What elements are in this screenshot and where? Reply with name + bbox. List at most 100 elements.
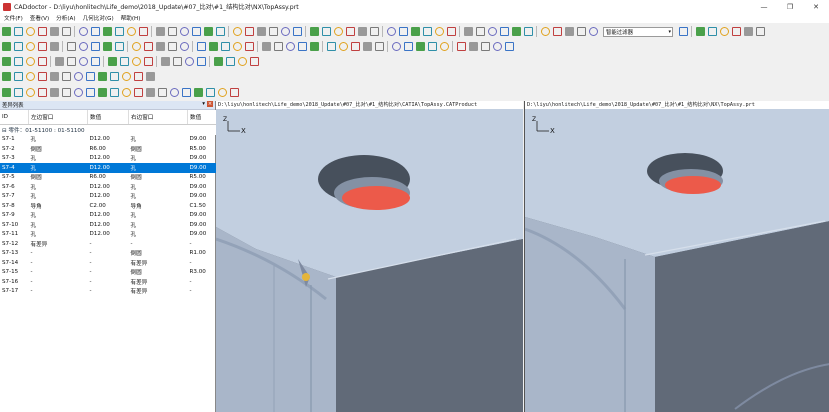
toolbar-tool-icon[interactable] xyxy=(13,57,23,66)
toolbar-tool-icon[interactable] xyxy=(13,42,23,51)
maximize-button[interactable]: ❐ xyxy=(777,0,803,13)
toolbar-tool-icon[interactable] xyxy=(434,27,444,36)
toolbar-tool-icon[interactable] xyxy=(439,42,449,51)
table-row[interactable]: S7-8 导角 C2.00 导角 C1.50 xyxy=(0,201,229,211)
toolbar-tool-icon[interactable] xyxy=(85,88,95,97)
toolbar-tool-icon[interactable] xyxy=(167,27,177,36)
right-viewport[interactable]: D:\liyu\honlitech\Life_demo\2018_Update\… xyxy=(524,101,829,412)
table-row[interactable]: S7-11 孔 D12.00 孔 D9.00 xyxy=(0,230,229,240)
right-model-render[interactable]: X Z xyxy=(525,109,829,412)
toolbar-tool-icon[interactable] xyxy=(25,88,35,97)
toolbar-tool-icon[interactable] xyxy=(25,42,35,51)
toolbar-tool-icon[interactable] xyxy=(78,57,88,66)
toolbar-tool-icon[interactable] xyxy=(446,27,456,36)
menu-analysis[interactable]: 分析(A) xyxy=(56,14,75,22)
table-row[interactable]: S7-5 倒圆 R6.00 倒圆 R5.00 xyxy=(0,173,229,183)
toolbar-tool-icon[interactable] xyxy=(155,42,165,51)
toolbar-tool-icon[interactable] xyxy=(196,42,206,51)
toolbar-tool-icon[interactable] xyxy=(143,42,153,51)
toolbar-tool-icon[interactable] xyxy=(256,27,266,36)
toolbar-tool-icon[interactable] xyxy=(523,27,533,36)
menu-view[interactable]: 查看(V) xyxy=(30,14,49,22)
toolbar-tool-icon[interactable] xyxy=(480,42,490,51)
toolbar-tool-icon[interactable] xyxy=(268,27,278,36)
toolbar-tool-icon[interactable] xyxy=(133,72,143,81)
toolbar-tool-icon[interactable] xyxy=(350,42,360,51)
toolbar-tool-icon[interactable] xyxy=(78,42,88,51)
toolbar-tool-icon[interactable] xyxy=(386,27,396,36)
toolbar-tool-icon[interactable] xyxy=(61,88,71,97)
toolbar-tool-icon[interactable] xyxy=(138,27,148,36)
toolbar-tool-icon[interactable] xyxy=(49,72,59,81)
toolbar-tool-icon[interactable] xyxy=(160,57,170,66)
toolbar-tool-icon[interactable] xyxy=(215,27,225,36)
toolbar-tool-icon[interactable] xyxy=(37,57,47,66)
toolbar-tool-icon[interactable] xyxy=(90,27,100,36)
toolbar-tool-icon[interactable] xyxy=(37,42,47,51)
table-row[interactable]: S7-3 孔 D12.00 孔 D9.00 xyxy=(0,154,229,164)
toolbar-tool-icon[interactable] xyxy=(143,57,153,66)
toolbar-tool-icon[interactable] xyxy=(499,27,509,36)
toolbar-tool-icon[interactable] xyxy=(707,27,717,36)
toolbar-tool-icon[interactable] xyxy=(109,88,119,97)
minimize-button[interactable]: — xyxy=(751,0,777,13)
group-row[interactable]: ⊟ 零件：01-51100 : 01-51100 xyxy=(0,124,229,135)
toolbar-tool-icon[interactable] xyxy=(588,27,598,36)
toolbar-tool-icon[interactable] xyxy=(203,27,213,36)
table-row[interactable]: S7-9 孔 D12.00 孔 D9.00 xyxy=(0,211,229,221)
toolbar-tool-icon[interactable] xyxy=(102,27,112,36)
toolbar-tool-icon[interactable] xyxy=(121,72,131,81)
toolbar-tool-icon[interactable] xyxy=(37,72,47,81)
toolbar-tool-icon[interactable] xyxy=(25,57,35,66)
toolbar-tool-icon[interactable] xyxy=(1,42,11,51)
toolbar-tool-icon[interactable] xyxy=(78,27,88,36)
toolbar-tool-icon[interactable] xyxy=(273,42,283,51)
toolbar-tool-icon[interactable] xyxy=(131,42,141,51)
toolbar-tool-icon[interactable] xyxy=(755,27,765,36)
table-row[interactable]: S7-6 孔 D12.00 孔 D9.00 xyxy=(0,182,229,192)
toolbar-tool-icon[interactable] xyxy=(321,27,331,36)
toolbar-tool-icon[interactable] xyxy=(193,88,203,97)
toolbar-tool-icon[interactable] xyxy=(403,42,413,51)
toolbar-tool-icon[interactable] xyxy=(427,42,437,51)
toolbar-tool-icon[interactable] xyxy=(126,27,136,36)
toolbar-tool-icon[interactable] xyxy=(205,88,215,97)
table-row[interactable]: S7-14- - 有差异 - xyxy=(0,258,229,268)
toolbar-tool-icon[interactable] xyxy=(487,27,497,36)
toolbar-tool-icon[interactable] xyxy=(13,72,23,81)
toolbar-tool-icon[interactable] xyxy=(338,42,348,51)
table-row[interactable]: S7-17- - 有差异 - xyxy=(0,287,229,297)
toolbar-tool-icon[interactable] xyxy=(511,27,521,36)
toolbar-tool-icon[interactable] xyxy=(13,27,23,36)
toolbar-tool-icon[interactable] xyxy=(374,42,384,51)
toolbar-tool-icon[interactable] xyxy=(244,27,254,36)
toolbar-tool-icon[interactable] xyxy=(196,57,206,66)
toolbar-tool-icon[interactable] xyxy=(369,27,379,36)
toolbar-tool-icon[interactable] xyxy=(1,57,11,66)
toolbar-tool-icon[interactable] xyxy=(309,27,319,36)
toolbar-tool-icon[interactable] xyxy=(181,88,191,97)
toolbar-tool-icon[interactable] xyxy=(179,27,189,36)
toolbar-tool-icon[interactable] xyxy=(119,57,129,66)
toolbar-tool-icon[interactable] xyxy=(49,42,59,51)
toolbar-tool-icon[interactable] xyxy=(97,72,107,81)
toolbar-tool-icon[interactable] xyxy=(49,88,59,97)
close-button[interactable]: ✕ xyxy=(803,0,829,13)
toolbar-tool-icon[interactable] xyxy=(695,27,705,36)
toolbar-tool-icon[interactable] xyxy=(49,27,59,36)
toolbar-tool-icon[interactable] xyxy=(280,27,290,36)
toolbar-tool-icon[interactable] xyxy=(475,27,485,36)
toolbar-tool-icon[interactable] xyxy=(66,57,76,66)
toolbar-tool-icon[interactable] xyxy=(13,88,23,97)
toolbar-tool-icon[interactable] xyxy=(179,42,189,51)
toolbar-tool-icon[interactable] xyxy=(719,27,729,36)
toolbar-tool-icon[interactable] xyxy=(1,72,11,81)
toolbar-tool-icon[interactable] xyxy=(114,27,124,36)
table-row[interactable]: S7-4 孔 D12.00 孔 D9.00 xyxy=(0,163,229,173)
toolbar-tool-icon[interactable] xyxy=(61,72,71,81)
toolbar-tool-icon[interactable] xyxy=(184,57,194,66)
toolbar-tool-icon[interactable] xyxy=(362,42,372,51)
toolbar-tool-icon[interactable] xyxy=(145,72,155,81)
toolbar-tool-icon[interactable] xyxy=(244,42,254,51)
toolbar-tool-icon[interactable] xyxy=(391,42,401,51)
